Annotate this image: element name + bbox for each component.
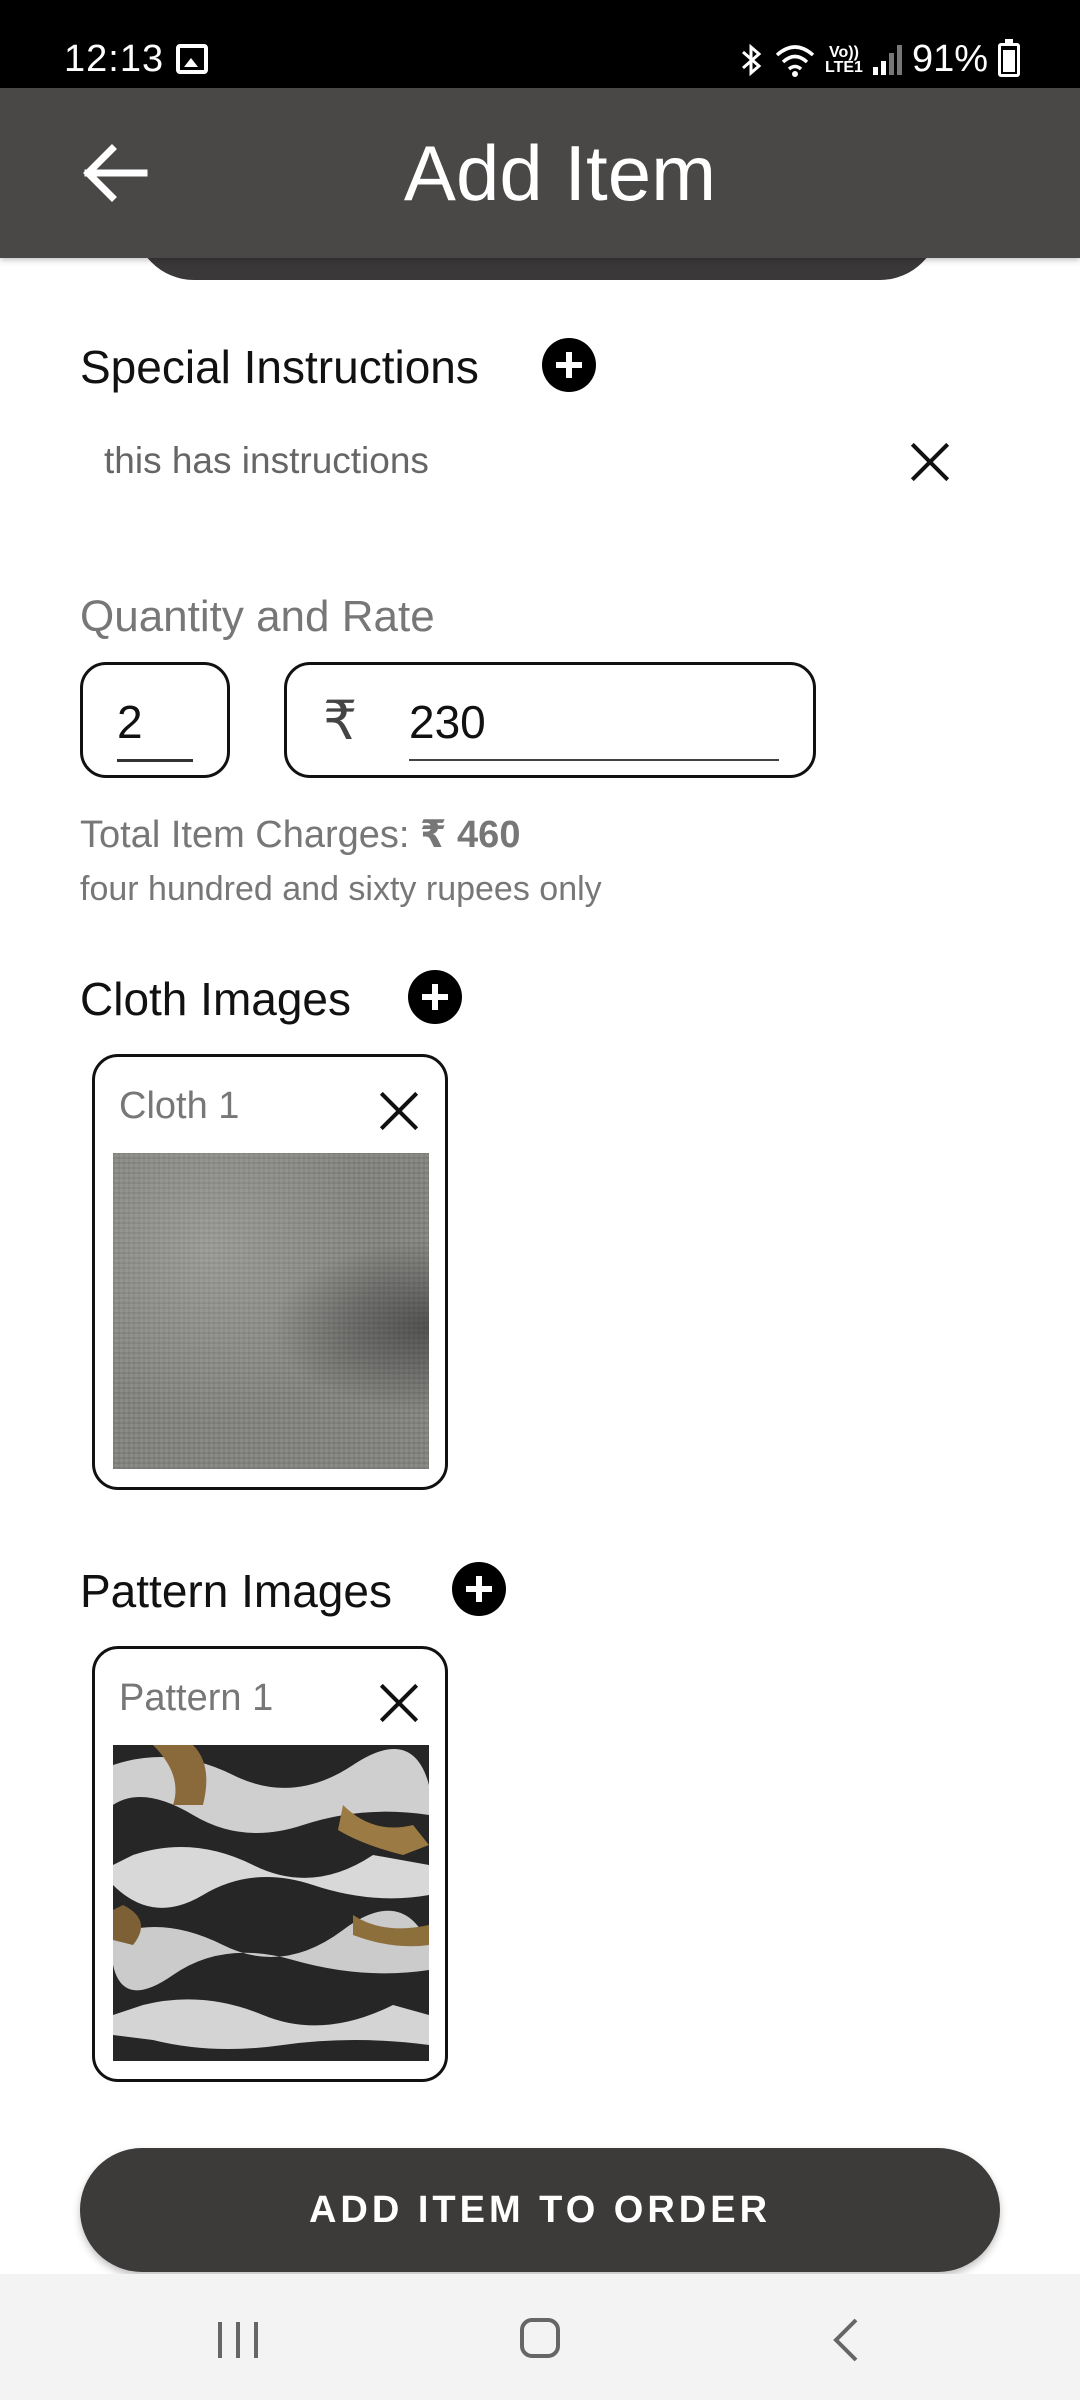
remove-instruction-icon[interactable]: [908, 440, 952, 484]
volte-indicator: Vo)) LTE1: [825, 43, 863, 76]
total-charges: Total Item Charges: ₹ 460: [80, 812, 520, 857]
pattern-image-card[interactable]: Pattern 1: [92, 1646, 448, 2082]
cloth-image-card[interactable]: Cloth 1: [92, 1054, 448, 1490]
remove-pattern-image-icon[interactable]: [377, 1681, 421, 1725]
instruction-item: this has instructions: [104, 440, 429, 481]
remove-cloth-image-icon[interactable]: [377, 1089, 421, 1133]
pattern-image-label: Pattern 1: [119, 1677, 274, 1719]
gallery-notification-icon: [176, 44, 208, 74]
quantity-value[interactable]: 2: [117, 695, 143, 749]
cloth-images-title: Cloth Images: [80, 973, 352, 1025]
quantity-rate-label: Quantity and Rate: [80, 592, 435, 641]
special-instructions-title: Special Instructions: [80, 341, 479, 393]
status-icons: Vo)) LTE1 91%: [739, 38, 1020, 81]
add-cloth-image-icon[interactable]: [408, 970, 462, 1024]
home-icon[interactable]: [520, 2318, 560, 2358]
wifi-icon: [775, 44, 815, 77]
quantity-field[interactable]: 2: [80, 662, 230, 778]
cloth-image-label: Cloth 1: [119, 1085, 240, 1127]
pattern-texture: [113, 1745, 429, 2061]
status-time: 12:13: [64, 38, 165, 80]
status-bar: 12:13 Vo)) LTE1 91%: [0, 0, 1080, 88]
add-pattern-image-icon[interactable]: [452, 1562, 506, 1616]
battery-percent: 91%: [911, 38, 988, 80]
rate-underline: [409, 759, 779, 761]
bluetooth-icon: [742, 43, 762, 76]
back-icon[interactable]: [826, 2316, 866, 2364]
pattern-image-thumbnail[interactable]: [113, 1745, 429, 2061]
signal-icon: [872, 44, 902, 75]
rate-field[interactable]: ₹ 230: [284, 662, 816, 778]
cloth-image-thumbnail[interactable]: [113, 1153, 429, 1469]
rupee-icon: ₹: [323, 691, 358, 751]
rate-value[interactable]: 230: [409, 695, 486, 749]
total-label: Total Item Charges:: [80, 814, 410, 856]
battery-icon: [998, 38, 1020, 77]
pattern-images-title: Pattern Images: [80, 1565, 392, 1617]
page-title: Add Item: [403, 129, 717, 217]
total-amount: ₹ 460: [420, 814, 521, 856]
quantity-underline: [117, 759, 193, 762]
recent-apps-icon[interactable]: [218, 2322, 258, 2358]
add-instruction-icon[interactable]: [542, 338, 596, 392]
add-item-to-order-button[interactable]: ADD ITEM TO ORDER: [80, 2148, 1000, 2272]
system-navigation-bar: [0, 2274, 1080, 2400]
total-in-words: four hundred and sixty rupees only: [80, 870, 602, 908]
app-bar: Add Item: [0, 88, 1080, 258]
